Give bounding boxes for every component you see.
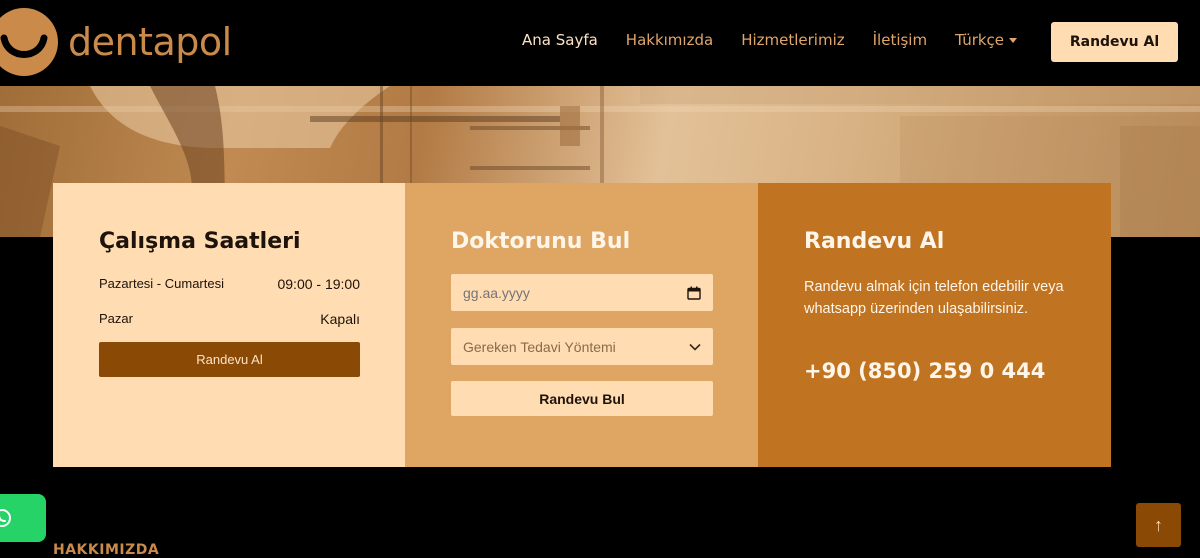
hours-time: 09:00 - 19:00 — [277, 276, 360, 292]
hours-day: Pazartesi - Cumartesi — [99, 276, 224, 291]
nav-home[interactable]: Ana Sayfa — [522, 31, 598, 49]
find-doctor-title: Doktorunu Bul — [451, 229, 631, 254]
find-appointment-button[interactable]: Randevu Bul — [451, 381, 713, 416]
language-dropdown[interactable]: Türkçe — [955, 31, 1018, 49]
whatsapp-button[interactable] — [0, 494, 46, 542]
brand-name: dentapol — [68, 20, 232, 64]
find-doctor-card: Doktorunu Bul Gereken Tedavi Yöntemi Ran… — [405, 183, 758, 467]
hours-appointment-button[interactable]: Randevu Al — [99, 342, 360, 377]
hours-day: Pazar — [99, 311, 133, 326]
appointment-title: Randevu Al — [804, 229, 945, 254]
hours-time: Kapalı — [320, 311, 360, 327]
hours-row: Pazartesi - Cumartesi 09:00 - 19:00 — [99, 276, 360, 292]
working-hours-card: Çalışma Saatleri Pazartesi - Cumartesi 0… — [53, 183, 405, 467]
whatsapp-icon — [0, 509, 11, 527]
treatment-select-value: Gereken Tedavi Yöntemi — [463, 338, 616, 355]
arrow-up-icon: ↑ — [1154, 514, 1163, 535]
nav-services[interactable]: Hizmetlerimiz — [741, 31, 844, 49]
appointment-description: Randevu almak için telefon edebilir veya… — [804, 279, 1064, 317]
treatment-select[interactable]: Gereken Tedavi Yöntemi — [451, 328, 713, 365]
about-section-label: HAKKIMIZDA — [53, 542, 160, 558]
navbar: dentapol Ana Sayfa Hakkımızda Hizmetleri… — [0, 0, 1200, 86]
calendar-icon[interactable] — [687, 286, 701, 300]
language-label: Türkçe — [955, 31, 1005, 49]
smile-logo-icon — [0, 8, 58, 76]
appointment-card: Randevu Al Randevu almak için telefon ed… — [758, 183, 1111, 467]
hours-row: Pazar Kapalı — [99, 311, 360, 327]
back-to-top-button[interactable]: ↑ — [1136, 503, 1181, 547]
nav-contact[interactable]: İletişim — [873, 31, 927, 49]
date-field[interactable] — [451, 274, 713, 311]
nav-about[interactable]: Hakkımızda — [626, 31, 713, 49]
date-input[interactable] — [463, 284, 663, 301]
main-nav: Ana Sayfa Hakkımızda Hizmetlerimiz İleti… — [522, 31, 1045, 49]
caret-down-icon — [1009, 38, 1018, 43]
header-appointment-button[interactable]: Randevu Al — [1051, 22, 1178, 62]
phone-number[interactable]: +90 (850) 259 0 444 — [804, 359, 1045, 383]
chevron-down-icon — [689, 343, 701, 351]
page: dentapol Ana Sayfa Hakkımızda Hizmetleri… — [0, 0, 1200, 558]
working-hours-title: Çalışma Saatleri — [99, 229, 301, 254]
brand-logo[interactable]: dentapol — [0, 6, 232, 78]
